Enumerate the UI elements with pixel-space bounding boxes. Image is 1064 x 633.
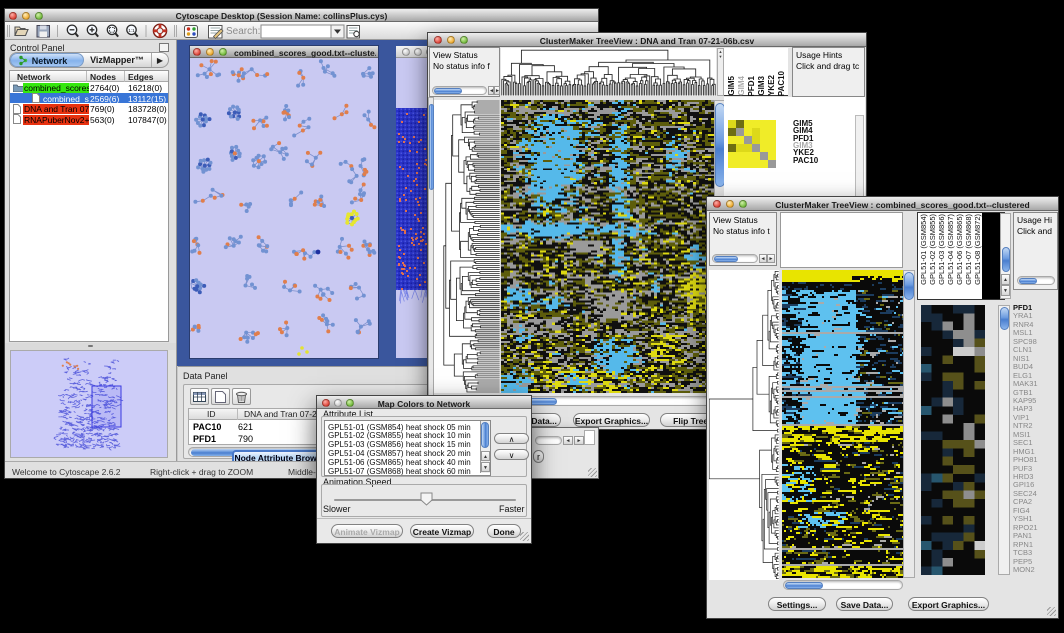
svg-text:Search:: Search: xyxy=(226,26,260,37)
svg-text:1:1: 1:1 xyxy=(128,28,135,33)
